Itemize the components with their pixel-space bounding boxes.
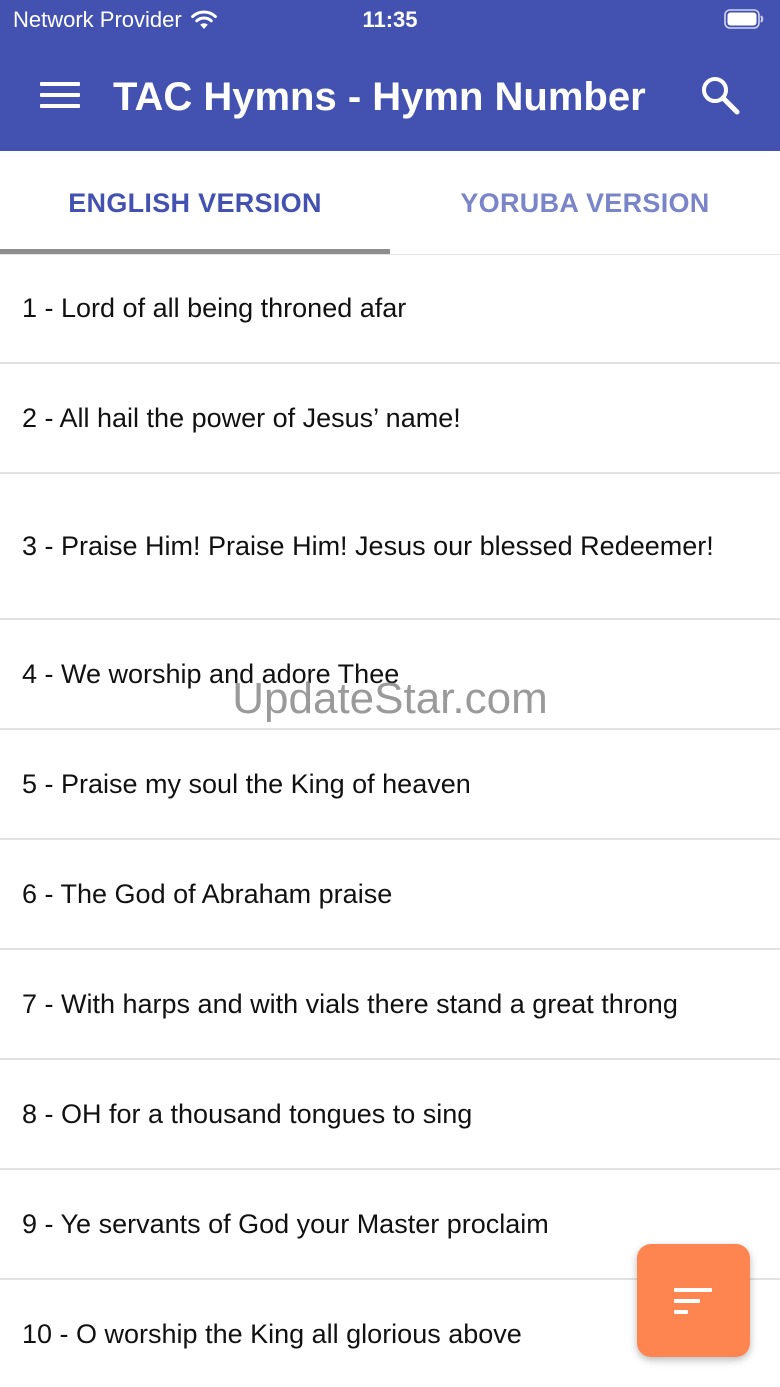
hymn-title: 10 - O worship the King all glorious abo… <box>22 1318 522 1349</box>
toolbar: TAC Hymns - Hymn Number <box>0 52 780 142</box>
hymn-title: 7 - With harps and with vials there stan… <box>22 988 678 1019</box>
sort-icon <box>673 1287 712 1314</box>
hymn-list-item[interactable]: 7 - With harps and with vials there stan… <box>0 950 780 1060</box>
version-tabs: ENGLISH VERSION YORUBA VERSION <box>0 151 780 255</box>
page-title: TAC Hymns - Hymn Number <box>113 75 646 119</box>
hymn-title: 8 - OH for a thousand tongues to sing <box>22 1098 473 1129</box>
hymn-list-item[interactable]: 2 - All hail the power of Jesus’ name! <box>0 364 780 474</box>
hymn-title: 1 - Lord of all being throned afar <box>22 292 407 323</box>
hymn-list-item[interactable]: 6 - The God of Abraham praise <box>0 840 780 950</box>
hymn-list-item[interactable]: 4 - We worship and adore Thee <box>0 620 780 730</box>
app-bar: Network Provider 11:35 TAC Hymns - Hymn … <box>0 0 780 151</box>
hymn-title: 5 - Praise my soul the King of heaven <box>22 768 471 799</box>
status-bar: Network Provider 11:35 <box>0 0 780 40</box>
hymn-list-item[interactable]: 5 - Praise my soul the King of heaven <box>0 730 780 840</box>
hymn-title: 9 - Ye servants of God your Master procl… <box>22 1208 549 1239</box>
hymn-list-item[interactable]: 3 - Praise Him! Praise Him! Jesus our bl… <box>0 474 780 620</box>
sort-button[interactable] <box>637 1244 750 1357</box>
menu-button[interactable] <box>30 70 90 120</box>
search-icon <box>702 77 740 115</box>
hymn-list-item[interactable]: 1 - Lord of all being throned afar <box>0 254 780 364</box>
hymn-title: 6 - The God of Abraham praise <box>22 878 393 909</box>
hymn-list-item[interactable]: 8 - OH for a thousand tongues to sing <box>0 1060 780 1170</box>
battery-icon <box>724 9 764 29</box>
app-screen: Network Provider 11:35 TAC Hymns - Hymn … <box>0 0 780 1387</box>
search-button[interactable] <box>690 68 750 122</box>
hymn-list: 1 - Lord of all being throned afar 2 - A… <box>0 254 780 1387</box>
hymn-title: 3 - Praise Him! Praise Him! Jesus our bl… <box>22 530 714 561</box>
hymn-title: 4 - We worship and adore Thee <box>22 658 400 689</box>
status-time: 11:35 <box>362 7 418 32</box>
tab-yoruba-version[interactable]: YORUBA VERSION <box>390 151 780 255</box>
hymn-title: 2 - All hail the power of Jesus’ name! <box>22 402 461 433</box>
tab-english-version[interactable]: ENGLISH VERSION <box>0 151 390 255</box>
hamburger-menu-icon <box>40 82 80 108</box>
